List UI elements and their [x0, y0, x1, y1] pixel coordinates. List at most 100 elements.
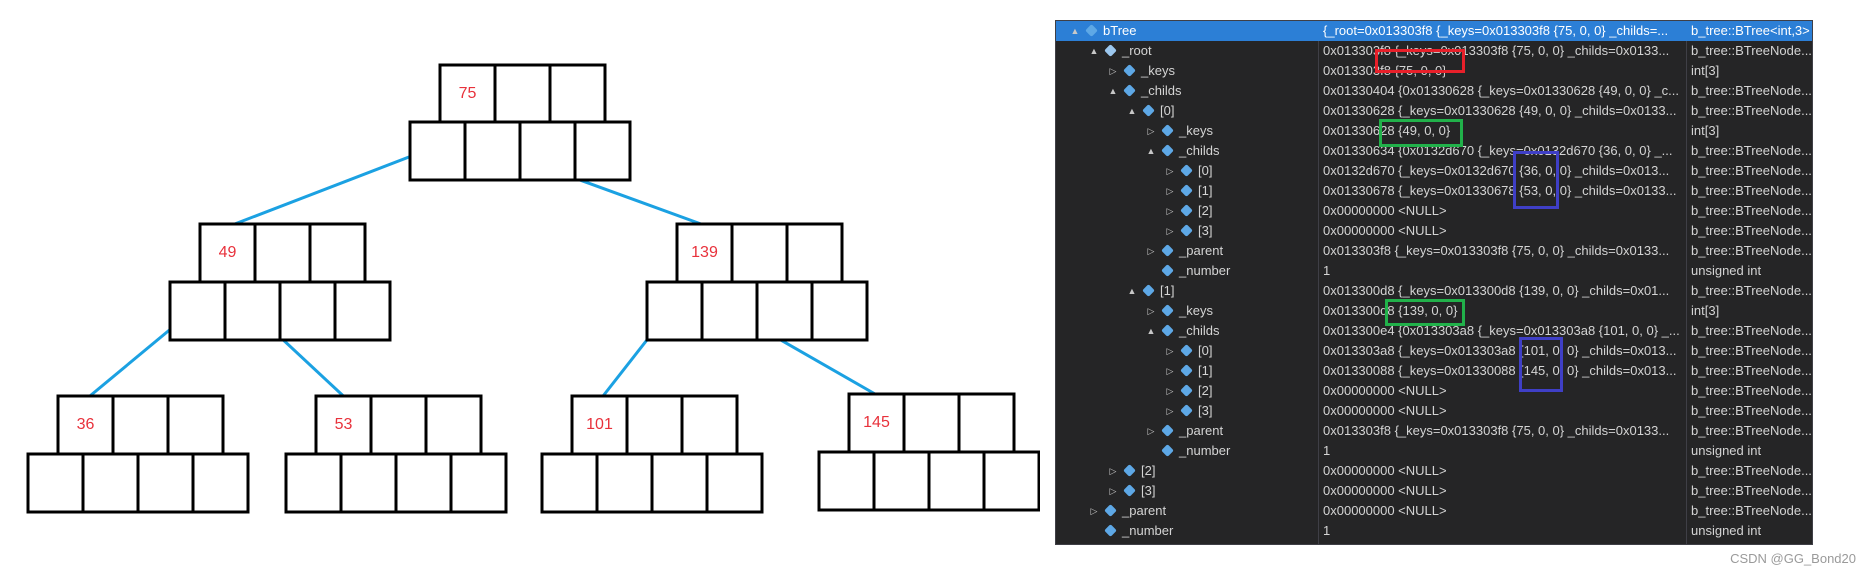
btree-node-145: 145: [817, 392, 1040, 512]
watch-value: 0x00000000 <NULL>: [1323, 203, 1447, 218]
watch-row[interactable]: ▷ [3] 0x00000000 <NULL> b_tree::BTreeNode..…: [1056, 221, 1812, 241]
watch-row[interactable]: ▷ _parent 0x013303f8 {_keys=0x013303f8 {75…: [1056, 421, 1812, 441]
expand-arrow-icon[interactable]: ▷: [1146, 421, 1156, 441]
collapse-arrow-icon[interactable]: ▲: [1146, 321, 1156, 341]
watch-row[interactable]: ▷ [2] 0x00000000 <NULL> b_tree::BTreeNode..…: [1056, 381, 1812, 401]
watch-type: b_tree::BTreeNode...: [1691, 203, 1812, 218]
watch-row[interactable]: ▷ _parent 0x013303f8 {_keys=0x013303f8 {75…: [1056, 241, 1812, 261]
watch-name-cell: ▷ [3]: [1056, 221, 1316, 241]
expand-arrow-icon[interactable]: ▷: [1146, 301, 1156, 321]
watch-type: b_tree::BTree<int,3>: [1691, 23, 1810, 38]
child-pointer-slot: [449, 452, 508, 514]
watch-name-cell: _number: [1056, 441, 1316, 461]
expand-arrow-icon[interactable]: ▷: [1165, 221, 1175, 241]
watch-name-cell: ▷ _keys: [1056, 61, 1316, 81]
watch-name-cell: ▷ [1]: [1056, 361, 1316, 381]
watch-type: b_tree::BTreeNode...: [1691, 363, 1812, 378]
watch-value: 0x01330404 {0x01330628 {_keys=0x01330628…: [1323, 83, 1680, 98]
watch-type: unsigned int: [1691, 523, 1762, 538]
expand-arrow-icon[interactable]: ▷: [1146, 241, 1156, 261]
watch-row[interactable]: _number 1 unsigned int: [1056, 441, 1812, 461]
watch-row[interactable]: ▷ [3] 0x00000000 <NULL> b_tree::BTreeNode..…: [1056, 481, 1812, 501]
watch-row[interactable]: _number 1 unsigned int: [1056, 521, 1812, 541]
watch-name-cell: ▷ _parent: [1056, 421, 1316, 441]
object-icon: [1180, 404, 1193, 417]
watch-value: 0x013303f8 {_keys=0x013303f8 {75, 0, 0} …: [1323, 423, 1670, 438]
collapse-arrow-icon[interactable]: ▲: [1070, 21, 1080, 41]
watch-row[interactable]: ▲ bTree {_root=0x013303f8 {_keys=0x013303f…: [1056, 21, 1812, 41]
key-slot: [308, 222, 367, 284]
object-icon: [1104, 44, 1117, 57]
watch-value: 0x01330634 {0x0132d670 {_keys=0x0132d670…: [1323, 143, 1673, 158]
watch-type: b_tree::BTreeNode...: [1691, 83, 1812, 98]
watch-value: 0x01330628 {49, 0, 0}: [1323, 123, 1451, 138]
watch-name-cell: ▲ _childs: [1056, 81, 1316, 101]
watch-name: _parent: [1122, 503, 1167, 518]
watch-row[interactable]: ▷ [1] 0x01330088 {_keys=0x01330088 {145, 0…: [1056, 361, 1812, 381]
collapse-arrow-icon[interactable]: ▲: [1146, 141, 1156, 161]
object-icon: [1180, 344, 1193, 357]
watch-type: b_tree::BTreeNode...: [1691, 183, 1812, 198]
object-icon: [1180, 224, 1193, 237]
watch-value: {_root=0x013303f8 {_keys=0x013303f8 {75,…: [1323, 23, 1669, 38]
object-icon: [1104, 524, 1117, 537]
expand-arrow-icon[interactable]: ▷: [1165, 161, 1175, 181]
watch-name: _childs: [1179, 323, 1220, 338]
watch-window[interactable]: ▲ bTree {_root=0x013303f8 {_keys=0x013303f…: [1055, 20, 1813, 545]
child-pointer-slot: [463, 120, 522, 182]
node-key-label: 53: [335, 416, 353, 433]
btree-node-139: 139: [645, 222, 869, 342]
watch-type: b_tree::BTreeNode...: [1691, 43, 1812, 58]
watch-row[interactable]: _number 1 unsigned int: [1056, 261, 1812, 281]
expand-arrow-icon[interactable]: ▷: [1165, 401, 1175, 421]
expand-arrow-icon[interactable]: ▷: [1089, 501, 1099, 521]
watch-row[interactable]: ▲ [0] 0x01330628 {_keys=0x01330628 {49, 0,…: [1056, 101, 1812, 121]
expand-arrow-icon[interactable]: ▷: [1165, 381, 1175, 401]
watch-name: bTree: [1103, 23, 1137, 38]
watch-row[interactable]: ▲ [1] 0x013300d8 {_keys=0x013300d8 {139, 0…: [1056, 281, 1812, 301]
child-pointer-slot: [650, 452, 709, 514]
watch-row[interactable]: ▷ [0] 0x013303a8 {_keys=0x013303a8 {101, 0…: [1056, 341, 1812, 361]
highlight-child0-keys: [1379, 119, 1463, 147]
watch-value: 0x0132d670 {_keys=0x0132d670 {36, 0, 0} …: [1323, 163, 1670, 178]
expand-arrow-icon[interactable]: ▷: [1165, 341, 1175, 361]
watch-type: b_tree::BTreeNode...: [1691, 243, 1812, 258]
expand-arrow-icon[interactable]: ▷: [1165, 361, 1175, 381]
expand-arrow-icon[interactable]: ▷: [1108, 481, 1118, 501]
child-pointer-slot: [408, 120, 467, 182]
collapse-arrow-icon[interactable]: ▲: [1127, 101, 1137, 121]
node-key-label: 139: [691, 244, 718, 261]
watch-name: [1]: [1160, 283, 1175, 298]
child-pointer-slot: [284, 452, 343, 514]
key-slot: [253, 222, 312, 284]
watch-row[interactable]: ▷ [1] 0x01330678 {_keys=0x01330678 {53, 0,…: [1056, 181, 1812, 201]
watch-name-cell: ▷ _keys: [1056, 121, 1316, 141]
watch-row[interactable]: ▷ _parent 0x00000000 <NULL> b_tree::BTreeNo…: [1056, 501, 1812, 521]
collapse-arrow-icon[interactable]: ▲: [1108, 81, 1118, 101]
highlight-root-keys: [1375, 49, 1465, 73]
watch-row[interactable]: ▲ _childs 0x01330404 {0x01330628 {_keys=0x…: [1056, 81, 1812, 101]
expand-arrow-icon[interactable]: ▷: [1108, 61, 1118, 81]
expand-arrow-icon[interactable]: ▷: [1165, 181, 1175, 201]
expand-arrow-icon[interactable]: ▷: [1146, 121, 1156, 141]
watch-name: [0]: [1198, 343, 1213, 358]
collapse-arrow-icon[interactable]: ▲: [1089, 41, 1099, 61]
watch-row[interactable]: ▷ [3] 0x00000000 <NULL> b_tree::BTreeNode..…: [1056, 401, 1812, 421]
child-pointer-slot: [81, 452, 140, 514]
watch-name: _childs: [1179, 143, 1220, 158]
expand-arrow-icon[interactable]: ▷: [1108, 461, 1118, 481]
object-icon: [1142, 104, 1155, 117]
expand-arrow-icon[interactable]: ▷: [1165, 201, 1175, 221]
key-slot: [625, 394, 684, 456]
watch-row[interactable]: ▷ [2] 0x00000000 <NULL> b_tree::BTreeNode..…: [1056, 461, 1812, 481]
watch-type: unsigned int: [1691, 263, 1762, 278]
watch-row[interactable]: ▷ [2] 0x00000000 <NULL> b_tree::BTreeNode..…: [1056, 201, 1812, 221]
object-icon: [1142, 284, 1155, 297]
watch-value: 0x01330628 {_keys=0x01330628 {49, 0, 0} …: [1323, 103, 1677, 118]
watch-row[interactable]: ▷ [0] 0x0132d670 {_keys=0x0132d670 {36, 0,…: [1056, 161, 1812, 181]
object-icon: [1123, 64, 1136, 77]
collapse-arrow-icon[interactable]: ▲: [1127, 281, 1137, 301]
watch-type: b_tree::BTreeNode...: [1691, 143, 1812, 158]
child-pointer-slot: [817, 450, 876, 512]
child-pointer-slot: [872, 450, 931, 512]
